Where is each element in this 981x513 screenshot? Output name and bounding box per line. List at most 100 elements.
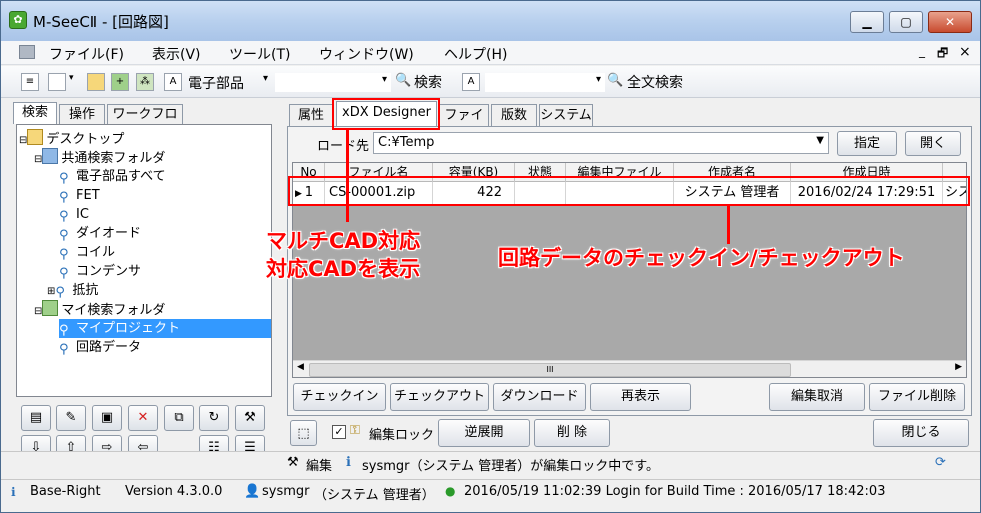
- binoculars-icon: 🔍: [607, 73, 624, 88]
- scroll-thumb[interactable]: III: [309, 363, 791, 377]
- tab-attributes[interactable]: 属性: [289, 104, 333, 126]
- edit-lock-label: 編集ロック: [369, 428, 435, 443]
- title-bar: ✿ M-SeeCⅡ - [回路図] ▁ ▢ ✕: [1, 1, 980, 41]
- tree-item-resistor[interactable]: ⊞⚲ 抵抗: [47, 281, 98, 300]
- tab-search[interactable]: 検索: [13, 102, 57, 124]
- login-info: 2016/05/19 11:02:39 Login for Build Time…: [464, 484, 886, 499]
- keyword-combo[interactable]: ▾: [275, 73, 391, 92]
- version-text: Version 4.3.0.0: [125, 484, 223, 499]
- tree-item-circuit-data[interactable]: ⚲ 回路データ: [59, 338, 141, 357]
- specify-button[interactable]: 指定: [837, 131, 897, 156]
- tools-icon: ⚒: [287, 455, 299, 470]
- horizontal-scrollbar[interactable]: ◀ III ▶: [293, 360, 966, 377]
- toolbar: ≡ ▾ + ⁂ A 電子部品 ▾ ▾ 🔍 検索 A ▾ 🔍 全文検索: [1, 66, 980, 98]
- status-bar: ⚒ 編集 ℹ sysmgr（システム 管理者）が編集ロック中です。 ⟳: [1, 451, 980, 475]
- open-folder-icon[interactable]: [87, 73, 105, 91]
- magnifier-icon: ⚲: [59, 342, 69, 357]
- app-icon: ✿: [9, 11, 27, 29]
- minimize-button[interactable]: ▁: [850, 11, 884, 33]
- tree-item-my-project[interactable]: ⚲ マイプロジェクト: [59, 319, 271, 338]
- tree-node-my-folder[interactable]: ⊟ マイ検索フォルダ: [34, 300, 165, 319]
- category-combo[interactable]: 電子部品 ▾: [185, 73, 271, 92]
- mouse-icon[interactable]: ⬚: [290, 420, 317, 446]
- new-document-icon[interactable]: [48, 73, 66, 91]
- bottom-info-bar: ℹ Base-Right Version 4.3.0.0 👤 sysmgr （シ…: [1, 479, 980, 505]
- add-item-icon[interactable]: +: [111, 73, 129, 91]
- magnifier-icon: ⚲: [59, 190, 69, 205]
- tab-operation[interactable]: 操作: [59, 104, 105, 124]
- magnifier-icon: ⚲: [59, 323, 69, 338]
- delete-button[interactable]: ✕: [128, 405, 158, 431]
- user-name: （システム 管理者）: [314, 488, 435, 503]
- new-dropdown-icon[interactable]: ▾: [69, 73, 74, 83]
- delete-lower-button[interactable]: 削 除: [534, 419, 610, 447]
- tools-button[interactable]: ⚒: [235, 405, 265, 431]
- reverse-expand-button[interactable]: 逆展開: [438, 419, 530, 447]
- document-icon[interactable]: [19, 45, 35, 59]
- info-icon: ℹ: [346, 455, 351, 470]
- menu-help[interactable]: ヘルプ(H): [444, 44, 507, 64]
- annotation-box-xdx: [332, 98, 440, 130]
- close-panel-button[interactable]: 閉じる: [873, 419, 969, 447]
- close-window-button[interactable]: ✕: [928, 11, 972, 33]
- maximize-button[interactable]: ▢: [889, 11, 923, 33]
- tree-node-common-folder[interactable]: ⊟ 共通検索フォルダ: [34, 148, 165, 167]
- tree-item-capacitor[interactable]: ⚲ コンデンサ: [59, 262, 141, 281]
- app-name: Base-Right: [30, 484, 101, 499]
- scroll-right-icon[interactable]: ▶: [955, 362, 962, 372]
- tab-version[interactable]: 版数: [491, 104, 537, 126]
- magnifier-icon: ⚲: [59, 171, 69, 186]
- tab-system[interactable]: システム: [539, 104, 593, 126]
- delete-file-button[interactable]: ファイル削除: [869, 383, 965, 411]
- scroll-left-icon[interactable]: ◀: [297, 362, 304, 372]
- folder-tree: ⊟ デスクトップ ⊟ 共通検索フォルダ ⚲ 電子部品すべて ⚲ FET ⚲ IC ⚲ ダイオ…: [16, 124, 272, 397]
- hierarchy-icon[interactable]: ⁂: [136, 73, 154, 91]
- menu-bar: ファイル(F) 表示(V) ツール(T) ウィンドウ(W) ヘルプ(H) _ 🗗…: [1, 41, 980, 65]
- user-id: sysmgr: [262, 484, 310, 499]
- open-button[interactable]: 開く: [905, 131, 961, 156]
- load-path-combo[interactable]: C:¥Temp ▼: [373, 132, 829, 154]
- tree-item-coil[interactable]: ⚲ コイル: [59, 243, 115, 262]
- status-edit-label: 編集: [306, 459, 333, 474]
- menu-tools[interactable]: ツール(T): [229, 44, 290, 64]
- copy-button[interactable]: ⧉: [164, 405, 194, 431]
- tree-item-ic[interactable]: ⚲ IC: [59, 205, 89, 224]
- text-icon: A: [462, 73, 480, 91]
- user-folder-icon: [42, 300, 59, 316]
- mdi-restore-button[interactable]: 🗗: [937, 44, 948, 65]
- tab-workflow[interactable]: ワークフロー: [107, 104, 183, 141]
- checkout-button[interactable]: チェックアウト: [390, 383, 489, 411]
- refresh-button[interactable]: ↻: [199, 405, 229, 431]
- search-button[interactable]: 検索: [414, 72, 442, 92]
- load-path-label: ロード先: [317, 139, 370, 154]
- tree-node-desktop[interactable]: ⊟ デスクトップ: [19, 129, 124, 148]
- menu-window[interactable]: ウィンドウ(W): [319, 44, 414, 64]
- fulltext-combo[interactable]: ▾: [485, 73, 605, 92]
- report-icon[interactable]: ≡: [21, 73, 39, 91]
- tree-item-fet[interactable]: ⚲ FET: [59, 186, 100, 205]
- tree-item-diode[interactable]: ⚲ ダイオード: [59, 224, 141, 243]
- properties-button[interactable]: ▣: [92, 405, 122, 431]
- chevron-down-icon: ▼: [816, 135, 824, 146]
- menu-file[interactable]: ファイル(F): [49, 44, 124, 64]
- tree-item-all-parts[interactable]: ⚲ 電子部品すべて: [59, 167, 166, 186]
- magnifier-icon: ⚲: [59, 266, 69, 281]
- edit-lock-checkbox[interactable]: ✓: [332, 425, 346, 439]
- load-path-value: C:¥Temp: [378, 135, 435, 150]
- cancel-edit-button[interactable]: 編集取消: [769, 383, 865, 411]
- magnifier-icon: ⚲: [59, 247, 69, 262]
- download-button[interactable]: ダウンロード: [493, 383, 586, 411]
- edit-button[interactable]: ✎: [56, 405, 86, 431]
- fulltext-search-button[interactable]: 全文検索: [627, 72, 683, 92]
- menu-view[interactable]: 表示(V): [152, 44, 201, 64]
- user-icon: 👤: [244, 484, 261, 499]
- lock-icon: ⚿: [350, 423, 360, 438]
- redisplay-button[interactable]: 再表示: [590, 383, 691, 411]
- list-view-button[interactable]: ▤: [21, 405, 51, 431]
- magnifier-icon: ⚲: [55, 285, 65, 300]
- tab-file[interactable]: ファイル: [439, 104, 489, 144]
- checkin-button[interactable]: チェックイン: [293, 383, 386, 411]
- mdi-minimize-button[interactable]: _: [919, 44, 925, 58]
- mdi-close-button[interactable]: ×: [959, 44, 971, 60]
- annotation-show-cad: 対応CADを表示: [266, 257, 421, 281]
